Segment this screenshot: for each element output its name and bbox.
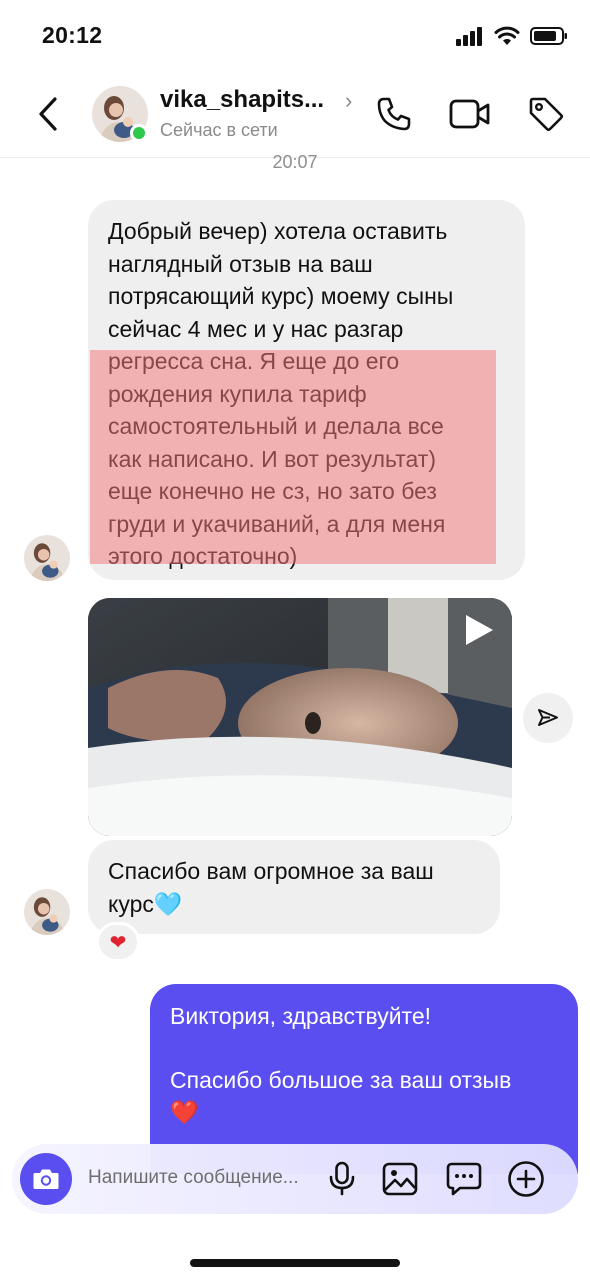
message-line: регресса сна. Я еще до его [108, 348, 400, 374]
status-icons [456, 24, 568, 48]
tag-button[interactable] [524, 92, 568, 136]
play-icon[interactable] [460, 612, 496, 648]
message-line: Добрый вечер) хотела оставить [108, 218, 448, 244]
incoming-message-bubble[interactable]: Добрый вечер) хотела оставить наглядный … [88, 200, 525, 580]
video-call-icon [449, 99, 490, 129]
signal-icon [456, 27, 482, 46]
back-button[interactable] [30, 94, 66, 134]
share-button[interactable] [523, 693, 573, 743]
tag-icon [529, 97, 564, 132]
message-line: наглядный отзыв на ваш [108, 250, 373, 277]
message-line: Спасибо вам огромное за ваш [108, 858, 434, 884]
camera-button[interactable] [20, 1153, 72, 1205]
message-line: груди и укачиваний, а для меня [108, 510, 446, 537]
plus-icon [508, 1161, 544, 1197]
video-thumbnail [88, 598, 512, 836]
message-line: Виктория, здравствуйте! [170, 1003, 432, 1029]
contact-username[interactable]: vika_shapits... [160, 86, 324, 114]
message-line: ❤️ [170, 1099, 199, 1125]
message-line: как написано. И вот результат) [108, 445, 436, 472]
message-line: потрясающий курс) моему сыны [108, 283, 454, 309]
back-chevron-icon [39, 97, 57, 131]
battery-icon [530, 27, 567, 45]
message-line: курс🩵 [108, 890, 183, 917]
camera-icon [33, 1169, 59, 1189]
status-time: 20:12 [42, 22, 103, 48]
wifi-icon [494, 26, 520, 45]
gallery-button[interactable] [380, 1159, 420, 1199]
message-timestamp: 20:07 [272, 152, 318, 172]
sticker-button[interactable] [444, 1159, 484, 1199]
gallery-icon [382, 1162, 418, 1196]
microphone-icon [329, 1161, 355, 1196]
online-indicator [130, 124, 148, 142]
share-icon [538, 709, 558, 726]
more-button[interactable] [506, 1159, 546, 1199]
call-button[interactable] [372, 92, 416, 136]
sender-avatar[interactable] [24, 889, 70, 935]
contact-presence: Сейчас в сети [160, 120, 278, 140]
message-line: рождения купила тариф [108, 380, 367, 407]
phone-icon [377, 97, 411, 131]
video-call-button[interactable] [448, 92, 492, 136]
incoming-message-bubble[interactable]: Спасибо вам огромное за ваш курс🩵 [88, 840, 500, 934]
message-line: еще конечно не сз, но зато без [108, 478, 437, 504]
video-message[interactable] [88, 598, 512, 836]
status-bar: 20:12 [0, 0, 590, 70]
chat-header: vika_shapits... › Сейчас в сети [0, 72, 590, 158]
sticker-icon [446, 1162, 482, 1196]
message-line: сейчас 4 мес и у нас разгар [108, 315, 404, 342]
message-composer: Напишите сообщение... [12, 1144, 578, 1214]
message-line: самостоятельный и делала все [108, 413, 444, 439]
home-indicator [190, 1259, 400, 1267]
chevron-right-icon: › [345, 88, 353, 113]
message-input[interactable]: Напишите сообщение... [88, 1167, 299, 1189]
sender-avatar[interactable] [24, 535, 70, 581]
message-line: этого достаточно) [108, 543, 298, 569]
message-line: Спасибо большое за ваш отзыв [170, 1067, 512, 1093]
voice-button[interactable] [322, 1159, 362, 1199]
heart-reaction[interactable]: ❤ [96, 922, 140, 962]
